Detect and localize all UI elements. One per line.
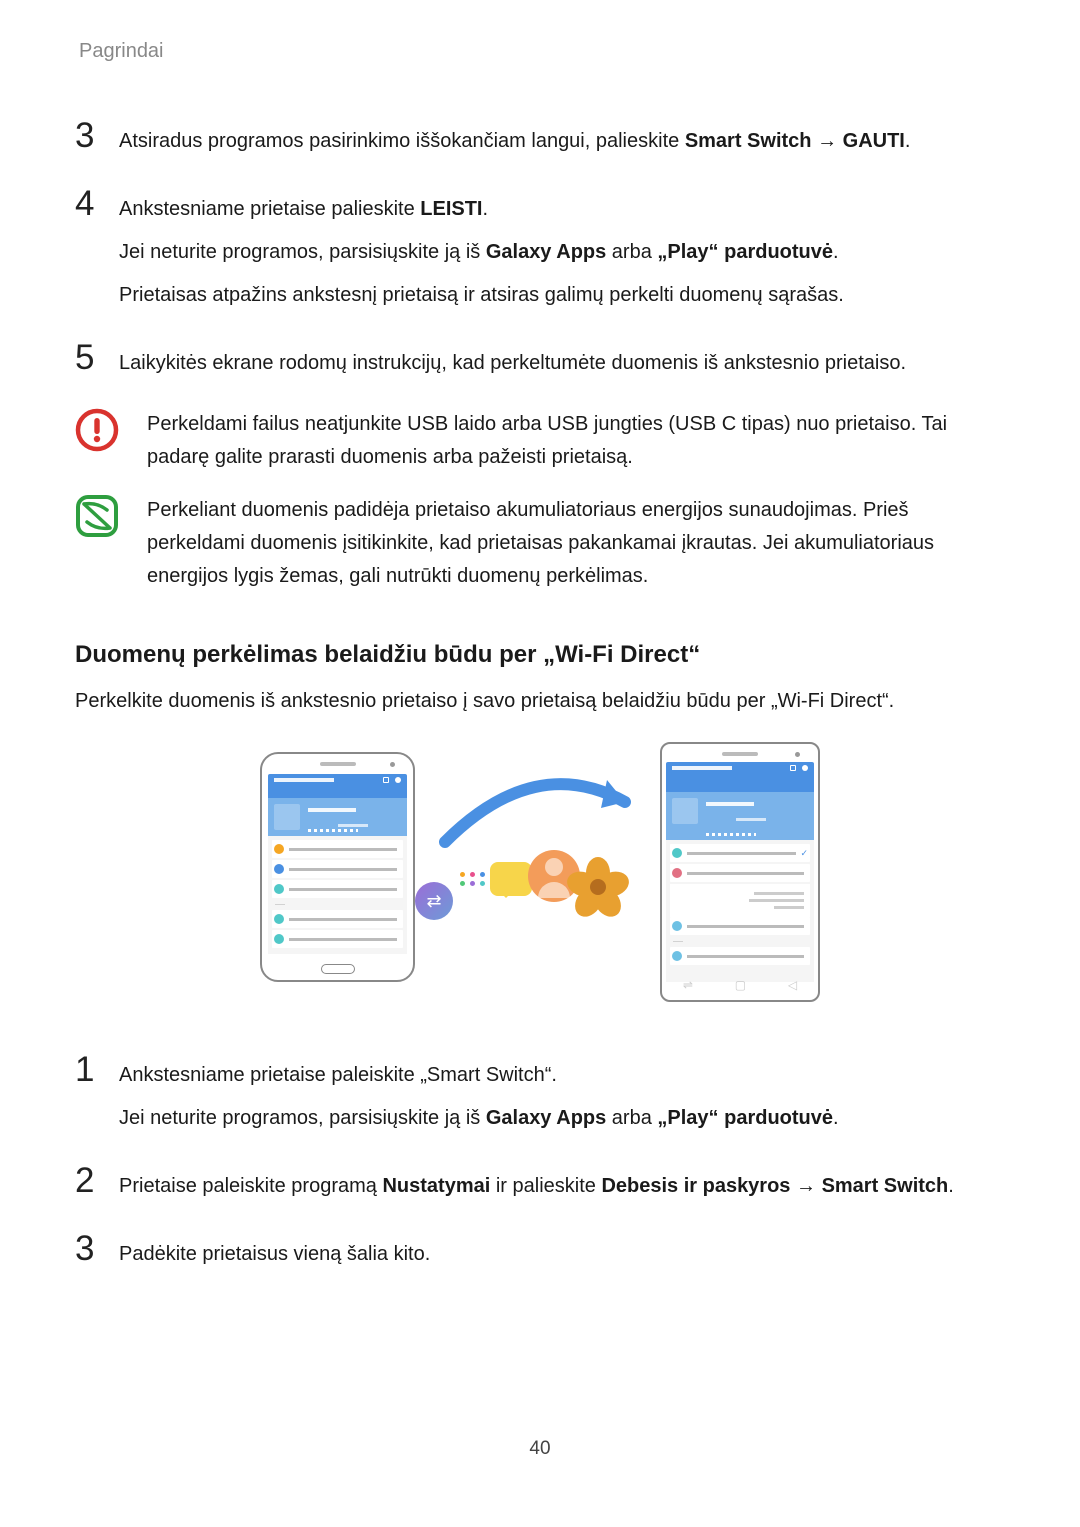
step-item: 3 Atsiradus programos pasirinkimo iššoka… bbox=[75, 118, 1005, 158]
new-device-illustration: ✓ —— ⇌▢◁ bbox=[660, 742, 820, 1002]
step-number: 3 bbox=[75, 1231, 119, 1266]
tip-note: Perkeliant duomenis padidėja prietaiso a… bbox=[75, 494, 1005, 593]
section-intro: Perkelkite duomenis iš ankstesnio prieta… bbox=[75, 685, 1005, 718]
step-number: 5 bbox=[75, 340, 119, 375]
section-heading: Duomenų perkėlimas belaidžiu būdu per „W… bbox=[75, 641, 1005, 669]
tip-text: Perkeliant duomenis padidėja prietaiso a… bbox=[147, 494, 1005, 593]
message-icon bbox=[490, 862, 532, 896]
step-text: Atsiradus programos pasirinkimo iššokanč… bbox=[119, 125, 1005, 158]
step-item: 5 Laikykitės ekrane rodomų instrukcijų, … bbox=[75, 340, 1005, 380]
step-item: 2 Prietaise paleiskite programą Nustatym… bbox=[75, 1163, 1005, 1203]
steps-list-a: 3 Atsiradus programos pasirinkimo iššoka… bbox=[75, 118, 1005, 380]
page-number: 40 bbox=[0, 1438, 1080, 1460]
step-item: 1 Ankstesniame prietaise paleiskite „Sma… bbox=[75, 1052, 1005, 1135]
transfer-arrow-icon bbox=[435, 762, 645, 862]
step-number: 3 bbox=[75, 118, 119, 153]
step-item: 4 Ankstesniame prietaise palieskite LEIS… bbox=[75, 186, 1005, 312]
warning-icon bbox=[75, 408, 119, 452]
tip-icon bbox=[75, 494, 119, 538]
step-text: Padėkite prietaisus vieną šalia kito. bbox=[119, 1238, 1005, 1271]
step-text: Ankstesniame prietaise paleiskite „Smart… bbox=[119, 1059, 1005, 1135]
page-header: Pagrindai bbox=[75, 40, 1005, 63]
transfer-illustration: —— bbox=[75, 742, 1005, 1002]
step-item: 3 Padėkite prietaisus vieną šalia kito. bbox=[75, 1231, 1005, 1271]
step-number: 1 bbox=[75, 1052, 119, 1087]
step-number: 2 bbox=[75, 1163, 119, 1198]
step-text: Ankstesniame prietaise palieskite LEISTI… bbox=[119, 193, 1005, 312]
steps-list-b: 1 Ankstesniame prietaise paleiskite „Sma… bbox=[75, 1052, 1005, 1271]
step-text: Prietaise paleiskite programą Nustatymai… bbox=[119, 1170, 1005, 1203]
apps-grid-icon bbox=[460, 872, 486, 886]
step-text: Laikykitės ekrane rodomų instrukcijų, ka… bbox=[119, 347, 1005, 380]
warning-note: Perkeldami failus neatjunkite USB laido … bbox=[75, 408, 1005, 474]
gallery-icon bbox=[568, 857, 628, 917]
warning-text: Perkeldami failus neatjunkite USB laido … bbox=[147, 408, 1005, 474]
old-device-illustration: —— bbox=[260, 752, 415, 982]
step-number: 4 bbox=[75, 186, 119, 221]
smart-switch-icon bbox=[415, 882, 453, 920]
